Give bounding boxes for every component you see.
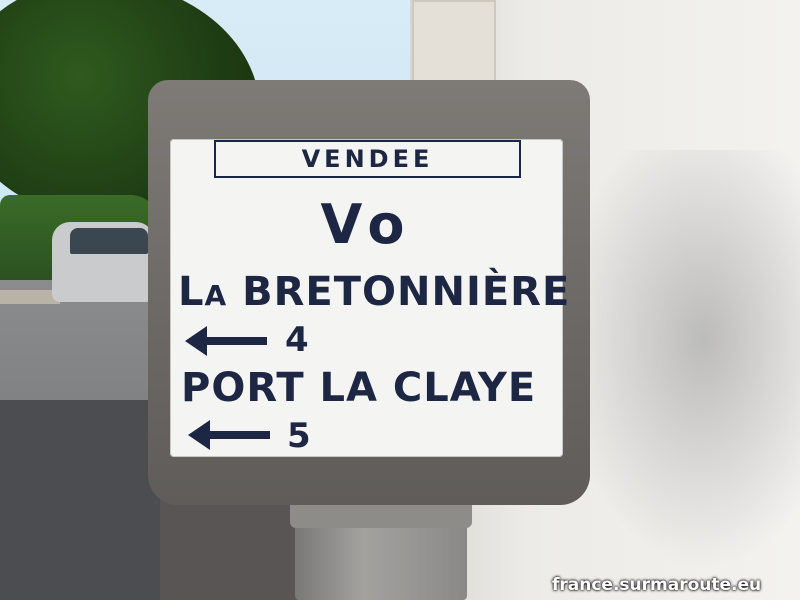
destination-2-distance: 5	[287, 416, 311, 456]
destination-1-prefix: L	[178, 269, 205, 315]
car-windshield	[70, 228, 148, 254]
left-arrow-icon	[188, 420, 270, 450]
wall-shadow	[560, 150, 800, 570]
window-shutter	[412, 0, 496, 89]
destination-1-distance: 4	[285, 320, 309, 360]
watermark-text: france.surmaroute.eu	[552, 575, 762, 595]
destination-2-name: PORT LA CLAYE	[181, 365, 537, 411]
destination-1-prefix-small: A	[204, 279, 228, 312]
route-number: Vo	[320, 193, 413, 256]
destination-1-rest: BRETONNIÈRE	[227, 269, 571, 315]
destination-1-name: LA BRETONNIÈRE	[178, 266, 570, 322]
department-label: VENDEE	[301, 145, 434, 173]
photo-scene: VENDEE Vo LA BRETONNIÈRE 4 PORT LA CLAYE…	[0, 0, 800, 600]
curb	[0, 290, 60, 304]
left-arrow-icon	[185, 326, 267, 356]
